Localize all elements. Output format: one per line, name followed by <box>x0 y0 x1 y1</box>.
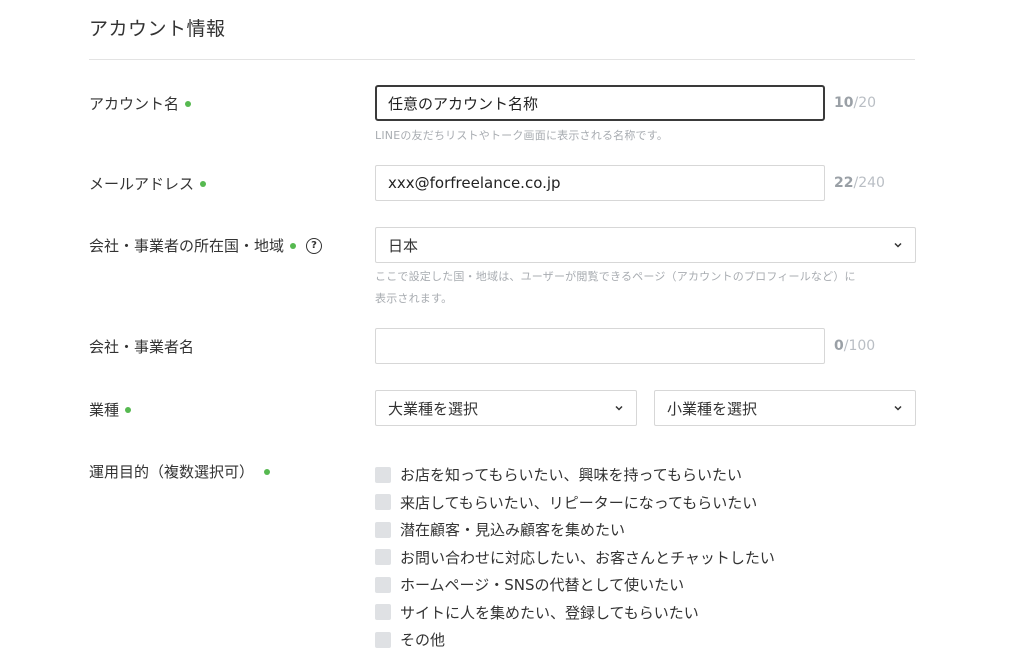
country-hint-line1: ここで設定した国・地域は、ユーザーが閲覧できるページ（アカウントのプロフィールな… <box>375 270 856 283</box>
required-dot-icon <box>125 406 132 413</box>
purpose-label: 運用目的（複数選択可） <box>89 461 271 482</box>
section-title: アカウント情報 <box>89 18 226 40</box>
checkbox[interactable] <box>375 604 391 621</box>
required-dot-icon <box>200 180 207 187</box>
checkbox[interactable] <box>375 576 391 593</box>
company-counter-current: 0 <box>834 338 844 354</box>
required-dot-icon <box>290 242 297 249</box>
purpose-option[interactable]: お店を知ってもらいたい、興味を持ってもらいたい <box>375 461 775 489</box>
company-counter-max: /100 <box>843 338 876 354</box>
minor-industry-select[interactable]: 小業種を選択 <box>654 390 916 426</box>
checkbox[interactable] <box>375 466 391 483</box>
industry-label-text: 業種 <box>89 401 120 419</box>
major-industry-select[interactable]: 大業種を選択 <box>375 390 637 426</box>
purpose-label-text: 運用目的（複数選択可） <box>89 463 255 481</box>
checkbox[interactable] <box>375 549 391 566</box>
country-label: 会社・事業者の所在国・地域 ? <box>89 235 323 256</box>
purpose-option[interactable]: サイトに人を集めたい、登録してもらいたい <box>375 599 775 627</box>
checkbox[interactable] <box>375 494 391 511</box>
purpose-option-label: サイトに人を集めたい、登録してもらいたい <box>400 603 699 622</box>
email-input[interactable] <box>375 165 825 201</box>
checkbox[interactable] <box>375 631 391 648</box>
industry-label: 業種 <box>89 399 132 420</box>
purpose-option[interactable]: ホームページ・SNSの代替として使いたい <box>375 571 775 599</box>
company-label-text: 会社・事業者名 <box>89 338 195 356</box>
email-label-text: メールアドレス <box>89 175 195 193</box>
country-hint-line2: 表示されます。 <box>375 292 453 305</box>
country-select[interactable]: 日本 <box>375 227 916 263</box>
purpose-option[interactable]: その他 <box>375 626 775 654</box>
country-select-value: 日本 <box>388 236 419 255</box>
company-counter: 0/100 <box>834 338 875 354</box>
email-counter-current: 22 <box>834 175 854 191</box>
required-dot-icon <box>264 468 271 475</box>
purpose-option-label: 来店してもらいたい、リピーターになってもらいたい <box>400 493 758 512</box>
purpose-option-label: お店を知ってもらいたい、興味を持ってもらいたい <box>400 466 743 485</box>
account-name-hint: LINEの友だちリストやトーク画面に表示される名称です。 <box>375 129 669 142</box>
company-input[interactable] <box>375 328 825 364</box>
account-name-label-text: アカウント名 <box>89 95 180 113</box>
account-name-counter-max: /20 <box>853 95 877 111</box>
major-industry-placeholder: 大業種を選択 <box>388 399 479 418</box>
divider <box>89 59 915 60</box>
email-counter-max: /240 <box>853 175 885 191</box>
email-counter: 22/240 <box>834 175 885 191</box>
chevron-down-icon <box>894 242 902 248</box>
account-name-counter-current: 10 <box>834 95 854 111</box>
account-name-counter: 10/20 <box>834 95 876 111</box>
chevron-down-icon <box>894 405 902 411</box>
minor-industry-placeholder: 小業種を選択 <box>667 399 758 418</box>
account-name-label: アカウント名 <box>89 93 192 114</box>
account-name-input[interactable] <box>375 85 825 121</box>
checkbox[interactable] <box>375 521 391 538</box>
purpose-option-label: ホームページ・SNSの代替として使いたい <box>400 576 685 595</box>
company-label: 会社・事業者名 <box>89 336 194 357</box>
purpose-option[interactable]: 来店してもらいたい、リピーターになってもらいたい <box>375 489 775 517</box>
chevron-down-icon <box>615 405 623 411</box>
purpose-option-label: 潜在顧客・見込み顧客を集めたい <box>400 521 626 540</box>
purpose-option[interactable]: お問い合わせに対応したい、お客さんとチャットしたい <box>375 544 775 572</box>
country-label-text: 会社・事業者の所在国・地域 <box>89 237 285 255</box>
help-icon[interactable]: ? <box>306 237 323 254</box>
purpose-checkbox-list: お店を知ってもらいたい、興味を持ってもらいたい 来店してもらいたい、リピーターに… <box>375 461 775 654</box>
email-label: メールアドレス <box>89 173 207 194</box>
required-dot-icon <box>185 100 192 107</box>
purpose-option-label: その他 <box>400 631 446 650</box>
purpose-option[interactable]: 潜在顧客・見込み顧客を集めたい <box>375 516 775 544</box>
purpose-option-label: お問い合わせに対応したい、お客さんとチャットしたい <box>400 548 775 567</box>
